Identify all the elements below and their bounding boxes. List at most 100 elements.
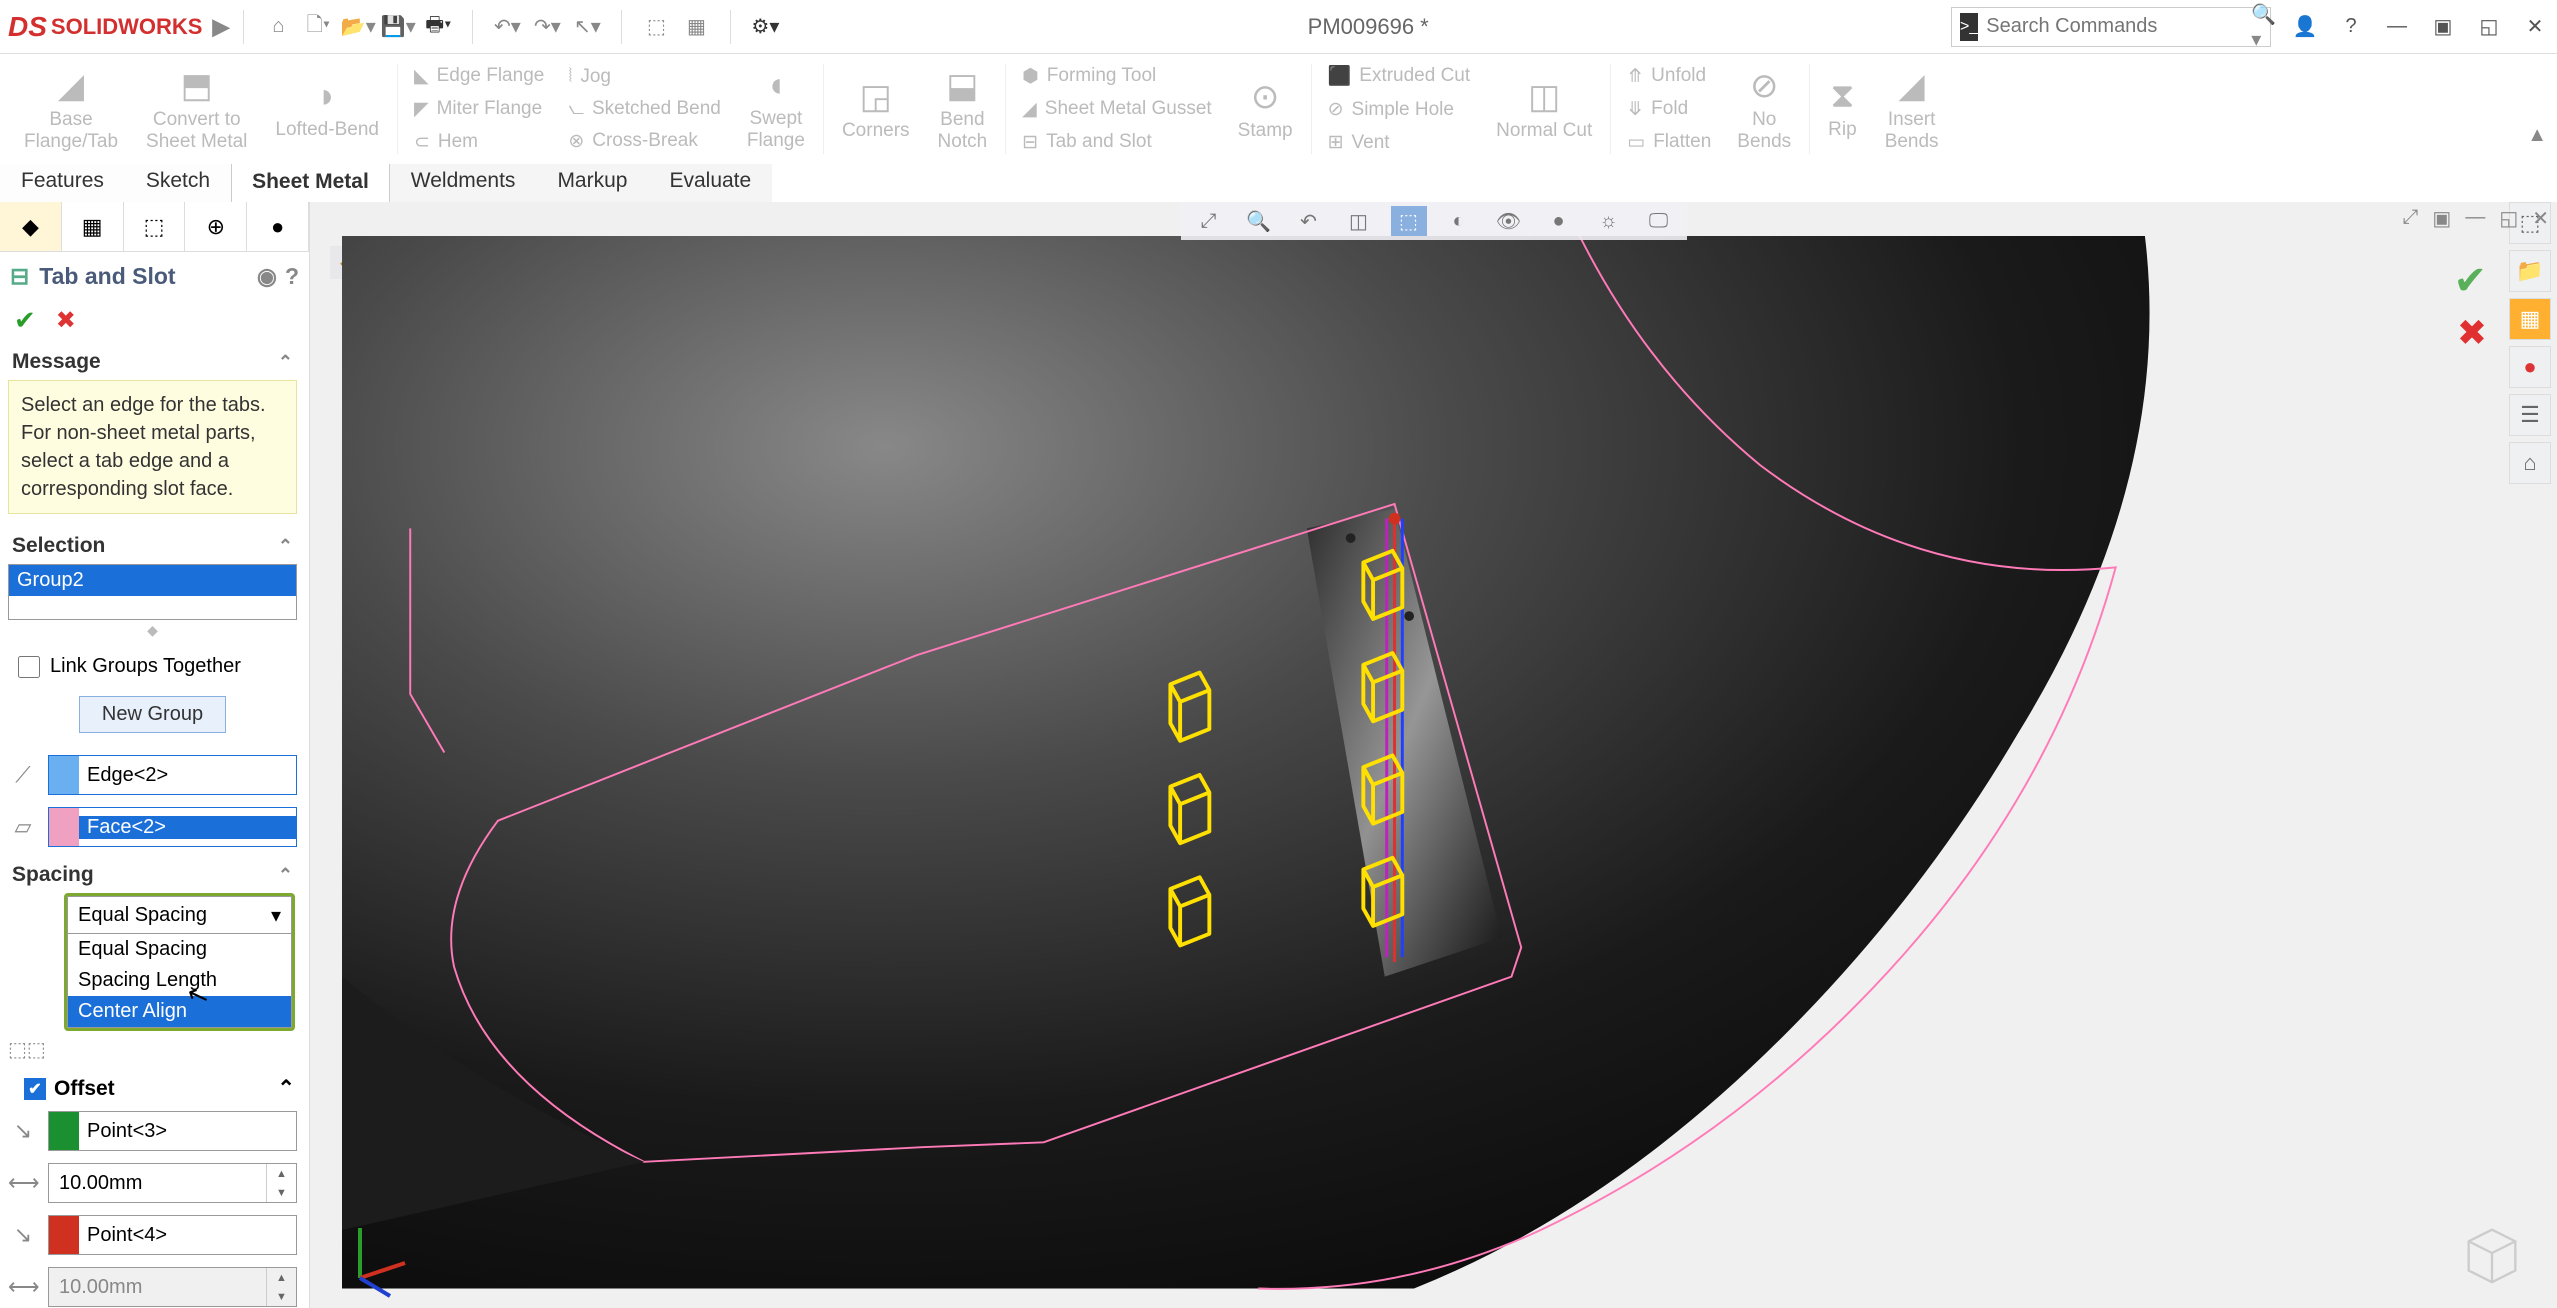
base-flange-button[interactable]: ◢Base Flange/Tab xyxy=(10,58,132,160)
minimize-icon[interactable]: — xyxy=(2383,13,2411,41)
forming-tool-button[interactable]: ⬢Forming Tool xyxy=(1022,65,1212,88)
search-commands[interactable]: >_ 🔍▾ xyxy=(1951,7,2271,47)
offset-end-field[interactable]: Point<4> xyxy=(48,1215,297,1255)
zoom-fit-icon[interactable]: ⤢ xyxy=(1191,206,1227,236)
view-cube[interactable] xyxy=(2457,1218,2527,1288)
settings-gear-icon[interactable]: ⚙▾ xyxy=(745,7,785,47)
user-icon[interactable]: 👤 xyxy=(2291,13,2319,41)
offset-start-field[interactable]: Point<3> xyxy=(48,1111,297,1151)
simple-hole-button[interactable]: ⊘Simple Hole xyxy=(1328,98,1471,121)
collapse-icon[interactable]: ⌃ xyxy=(278,352,293,373)
offset-enable-checkbox[interactable]: ✔ xyxy=(24,1078,46,1100)
vent-button[interactable]: ⊞Vent xyxy=(1328,131,1471,154)
no-bends-button[interactable]: ⊘No Bends xyxy=(1723,58,1805,160)
render-icon[interactable]: 🖵 xyxy=(1641,206,1677,236)
pm-tab-feature-icon[interactable]: ◆ xyxy=(0,202,62,251)
restore-icon[interactable]: ▣ xyxy=(2429,13,2457,41)
spin-up[interactable]: ▲ xyxy=(267,1164,296,1183)
help-icon[interactable]: ? xyxy=(2337,13,2365,41)
rebuild-icon[interactable]: ⬚ xyxy=(636,7,676,47)
spacing-opt-length[interactable]: Spacing Length xyxy=(68,965,291,996)
new-group-button[interactable]: New Group xyxy=(79,696,226,733)
rip-button[interactable]: ⧗Rip xyxy=(1814,58,1871,160)
tab-sheet-metal[interactable]: Sheet Metal xyxy=(231,161,390,202)
offset2-input[interactable]: 10.00mm ▲▼ xyxy=(48,1267,297,1307)
edge-flange-button[interactable]: ◣Edge Flange xyxy=(414,65,544,88)
tp-custom-icon[interactable]: ● xyxy=(2509,346,2551,388)
view-orient-icon[interactable]: ⬚ xyxy=(1391,206,1427,236)
redo-icon[interactable]: ↷▾ xyxy=(527,7,567,47)
scene-icon[interactable]: ☼ xyxy=(1591,206,1627,236)
offset1-input[interactable]: 10.00mm ▲▼ xyxy=(48,1163,297,1203)
collapse-icon[interactable]: ⌃ xyxy=(278,865,293,886)
select-icon[interactable]: ↖▾ xyxy=(567,7,607,47)
corners-button[interactable]: ◲Corners xyxy=(828,58,924,160)
tp-forum-icon[interactable]: ⌂ xyxy=(2509,442,2551,484)
pm-help-icon[interactable]: ? xyxy=(285,263,299,290)
tab-markup[interactable]: Markup xyxy=(536,160,648,202)
pm-preview-icon[interactable]: ◉ xyxy=(257,263,277,290)
pm-tab-config-icon[interactable]: ▦ xyxy=(62,202,124,251)
cancel-button[interactable]: ✖ xyxy=(56,306,76,335)
swept-flange-button[interactable]: ◖Swept Flange xyxy=(733,58,819,160)
tab-slot-button[interactable]: ⊟Tab and Slot xyxy=(1022,131,1212,154)
link-groups-checkbox[interactable] xyxy=(18,656,40,678)
sketched-bend-button[interactable]: ⦦Sketched Bend xyxy=(568,98,721,120)
tab-features[interactable]: Features xyxy=(0,160,125,202)
print-icon[interactable]: 🖶▾ xyxy=(418,7,458,47)
lofted-bend-button[interactable]: ◗Lofted-Bend xyxy=(261,58,393,160)
home-icon[interactable]: ⌂ xyxy=(258,7,298,47)
vp-max-icon[interactable]: ◱ xyxy=(2499,206,2518,231)
spacing-dropdown[interactable]: Equal Spacing▾ Equal Spacing Spacing Len… xyxy=(64,893,295,1031)
open-icon[interactable]: 📂▾ xyxy=(338,7,378,47)
search-icon[interactable]: 🔍▾ xyxy=(2251,2,2276,52)
appearance-icon[interactable]: ● xyxy=(1541,206,1577,236)
collapse-icon[interactable]: ⌃ xyxy=(278,536,293,557)
gusset-button[interactable]: ◢Sheet Metal Gusset xyxy=(1022,98,1212,121)
spacing-opt-equal[interactable]: Equal Spacing xyxy=(68,934,291,965)
ribbon-collapse-icon[interactable]: ▲ xyxy=(2527,124,2547,147)
pm-tab-display-icon[interactable]: ⬚ xyxy=(124,202,186,251)
tab-sketch[interactable]: Sketch xyxy=(125,160,231,202)
spin-up[interactable]: ▲ xyxy=(267,1268,296,1287)
vp-window-icon[interactable]: ▣ xyxy=(2432,206,2451,231)
tab-evaluate[interactable]: Evaluate xyxy=(648,160,772,202)
zoom-area-icon[interactable]: 🔍 xyxy=(1241,206,1277,236)
spacing-opt-center[interactable]: Center Align xyxy=(68,996,291,1027)
undo-icon[interactable]: ↶▾ xyxy=(487,7,527,47)
hem-button[interactable]: ⊂Hem xyxy=(414,131,544,154)
jog-button[interactable]: ⦚Jog xyxy=(568,66,721,88)
pm-tab-appear-icon[interactable]: ● xyxy=(247,202,309,251)
unfold-button[interactable]: ⤊Unfold xyxy=(1627,65,1711,88)
tp-library-icon[interactable]: 📁 xyxy=(2509,250,2551,292)
spin-down[interactable]: ▼ xyxy=(267,1183,296,1202)
graphics-viewport[interactable]: ⤢ ▣ — ◱ ✕ ⤢ 🔍 ↶ ◫ ⬚ ◐ 👁 ● ☼ 🖵 ⬚ 📁 ▦ ● ☰ … xyxy=(310,202,2557,1308)
bend-notch-button[interactable]: ⬓Bend Notch xyxy=(924,58,1002,160)
face-field[interactable]: Face<2> xyxy=(48,807,297,847)
tp-appearances-icon[interactable]: ▦ xyxy=(2509,298,2551,340)
display-style-icon[interactable]: ◐ xyxy=(1441,206,1477,236)
vp-expand-icon[interactable]: ⤢ xyxy=(2402,206,2418,231)
spin-down[interactable]: ▼ xyxy=(267,1287,296,1306)
group-list[interactable]: Group2 xyxy=(8,564,297,620)
pm-tab-dim-icon[interactable]: ⊕ xyxy=(185,202,247,251)
insert-bends-button[interactable]: ◢Insert Bends xyxy=(1871,58,1953,160)
fold-button[interactable]: ⤋Fold xyxy=(1627,98,1711,121)
section-icon[interactable]: ◫ xyxy=(1341,206,1377,236)
prev-view-icon[interactable]: ↶ xyxy=(1291,206,1327,236)
chevron-right-icon[interactable]: ▶ xyxy=(212,14,229,40)
edge-field[interactable]: Edge<2> xyxy=(48,755,297,795)
hide-show-icon[interactable]: 👁 xyxy=(1491,206,1527,236)
search-input[interactable] xyxy=(1986,15,2251,38)
miter-flange-button[interactable]: ◤Miter Flange xyxy=(414,98,544,121)
vp-close-icon[interactable]: ✕ xyxy=(2532,206,2549,231)
ok-button[interactable]: ✔ xyxy=(14,305,36,336)
stamp-button[interactable]: ⊙Stamp xyxy=(1224,58,1307,160)
close-icon[interactable]: ✕ xyxy=(2521,13,2549,41)
flatten-button[interactable]: ▭Flatten xyxy=(1627,131,1711,154)
options-toggle-icon[interactable]: ▦ xyxy=(676,7,716,47)
collapse-icon[interactable]: ⌃ xyxy=(277,1076,295,1101)
tp-props-icon[interactable]: ☰ xyxy=(2509,394,2551,436)
orientation-triad[interactable] xyxy=(340,1218,420,1298)
cross-break-button[interactable]: ⊗Cross-Break xyxy=(568,130,721,153)
